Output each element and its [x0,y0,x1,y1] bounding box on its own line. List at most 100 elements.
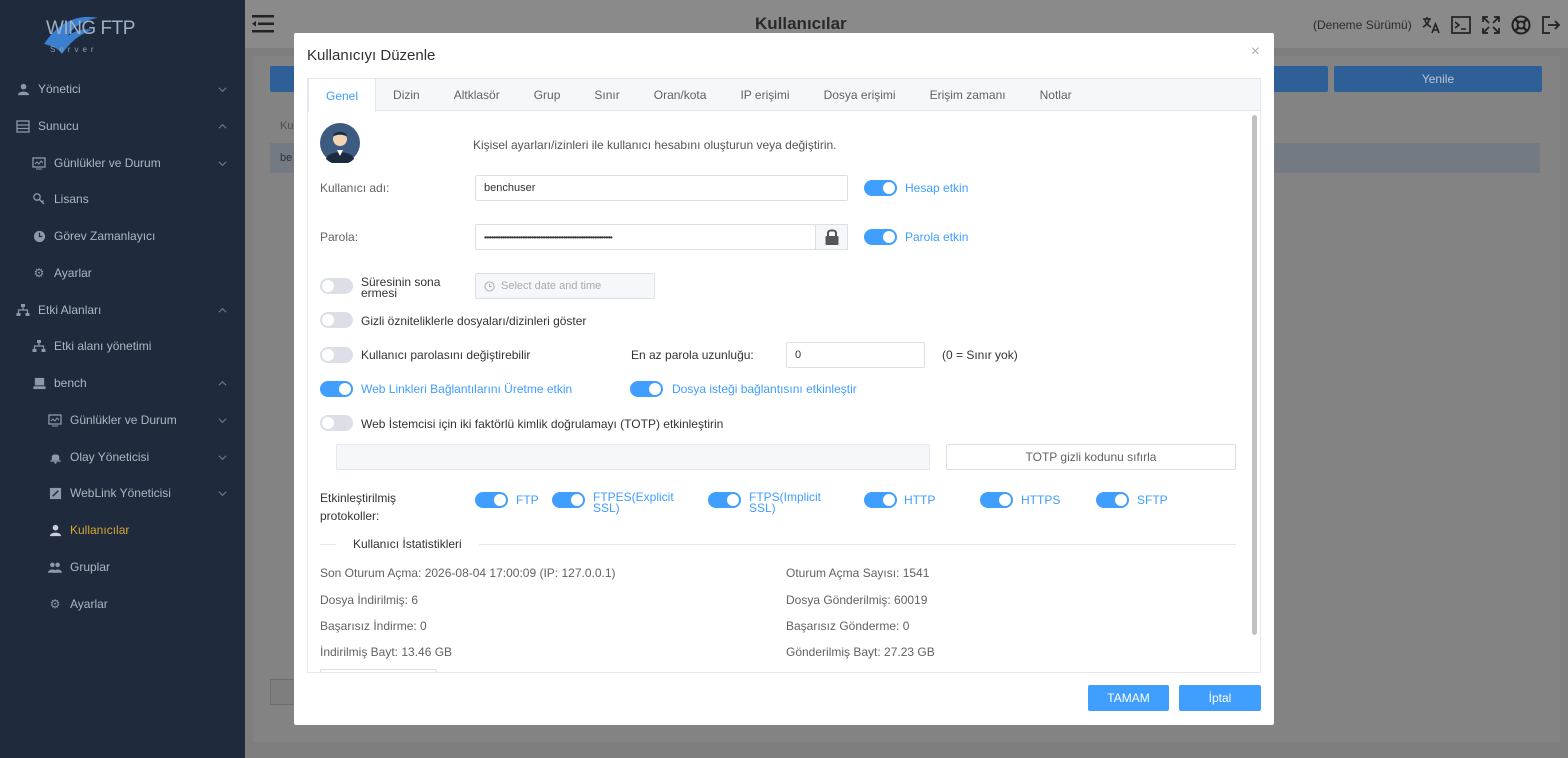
protocol-ftpes-line2: SSL) [593,501,620,515]
translate-icon[interactable] [1420,14,1442,36]
expiration-label: Süresinin sona ermesi [361,276,440,300]
sidebar-item-domains[interactable]: Etki Alanları [0,292,245,328]
show-hidden-toggle[interactable] [320,312,353,328]
totp-reset-button[interactable]: TOTP gizli kodunu sıfırla [946,444,1236,470]
sidebar-item-task-scheduler[interactable]: Görev Zamanlayıcı [0,218,245,254]
sidebar-item-settings[interactable]: ⚙ Ayarlar [0,255,245,291]
sidebar-item-label: Yönetici [38,82,81,96]
min-password-label: En az parola uzunluğu: [631,348,754,362]
file-request-toggle[interactable] [630,381,663,397]
stat-bytes-uploaded: Gönderilmiş Bayt: 27.23 GB [786,645,935,659]
protocols-label-line1: Etkinleştirilmiş [320,491,397,505]
tab-subfolder[interactable]: Altklasör [437,79,517,111]
dialog-title: Kullanıcıyı Düzenle [307,47,436,64]
username-label: Kullanıcı adı: [320,181,390,195]
tab-file-access[interactable]: Dosya erişimi [807,79,913,111]
server-icon [16,119,30,133]
sidebar-item-admin[interactable]: Yönetici [0,71,245,107]
sidebar-item-label: Sunucu [38,119,79,133]
expiration-label-line2: ermesi [361,286,398,300]
account-enabled-toggle[interactable] [864,180,897,196]
stat-login-count: Oturum Açma Sayısı: 1541 [786,566,930,580]
tab-limit[interactable]: Sınır [577,79,636,111]
tabs-container: Genel Dizin Altklasör Grup Sınır Oran/ko… [307,78,1261,673]
stat-last-login: Son Oturum Açma: 2026-08-04 17:00:09 (IP… [320,566,616,580]
tab-rate-quota[interactable]: Oran/kota [637,79,724,111]
sidebar-item-users[interactable]: Kullanıcılar [0,512,245,548]
sidebar-item-license[interactable]: Lisans [0,181,245,217]
tab-general[interactable]: Genel [308,79,377,112]
sidebar-item-event-manager[interactable]: Olay Yöneticisi [0,439,245,475]
protocol-ftpes-toggle[interactable] [552,492,585,508]
tab-group[interactable]: Grup [517,79,578,111]
sidebar-item-bench-logs-status[interactable]: Günlükler ve Durum [0,402,245,438]
sidebar-item-label: bench [54,376,87,390]
refresh-button[interactable]: Yenile [1334,66,1542,92]
sidebar-item-logs-status[interactable]: Günlükler ve Durum [0,145,245,181]
sidebar-item-label: Gruplar [70,560,111,574]
toolbar-button[interactable] [1270,66,1328,92]
tab-directory[interactable]: Dizin [376,79,437,111]
user-icon [16,82,30,96]
sidebar-item-weblink-manager[interactable]: WebLink Yöneticisi [0,475,245,511]
stat-files-uploaded: Dosya Gönderilmiş: 60019 [786,593,928,607]
tab-notes[interactable]: Notlar [1023,79,1089,111]
username-input[interactable]: benchuser [475,175,848,201]
sidebar-item-domain-settings[interactable]: ⚙ Ayarlar [0,586,245,622]
change-password-toggle[interactable] [320,347,353,363]
menu-toggle-icon[interactable] [252,13,276,35]
min-password-hint: (0 = Sınır yok) [942,348,1018,362]
protocol-http-toggle[interactable] [864,492,897,508]
sidebar-item-label: Görev Zamanlayıcı [54,229,156,243]
weblink-toggle[interactable] [320,381,353,397]
protocol-ftps-label: FTPS(Implicit SSL) [749,491,821,514]
table-cell: be [280,152,293,164]
sidebar-item-groups[interactable]: Gruplar [0,549,245,585]
sidebar-item-server[interactable]: Sunucu [0,108,245,144]
password-label: Parola: [320,230,359,244]
protocol-https-toggle[interactable] [980,492,1013,508]
protocol-ftps-toggle[interactable] [708,492,741,508]
protocol-sftp-toggle[interactable] [1096,492,1129,508]
pagination[interactable] [270,679,296,705]
password-lock-button[interactable] [815,224,848,250]
sidebar-item-label: Olay Yöneticisi [70,450,150,464]
key-icon [32,192,46,206]
gear-icon: ⚙ [49,597,61,611]
sidebar-item-label: Günlükler ve Durum [70,413,177,427]
cancel-button[interactable]: İptal [1179,685,1261,711]
expiration-toggle[interactable] [320,278,353,294]
sidebar-item-label: Etki Alanları [38,303,102,317]
expiration-date-picker[interactable]: Select date and time [475,273,655,299]
totp-secret-input[interactable] [336,444,930,470]
password-input[interactable]: ••••••••••••••••••••••••••••••••••••••••… [475,224,816,250]
password-enabled-toggle[interactable] [864,229,897,245]
fullscreen-icon[interactable] [1480,14,1502,36]
logout-icon[interactable] [1540,14,1562,36]
chevron-up-icon [218,379,227,388]
reset-stats-button-partial[interactable] [320,669,437,672]
protocol-ftp-label: FTP [516,493,539,507]
tab-access-time[interactable]: Erişim zamanı [913,79,1023,111]
user-icon [48,523,62,537]
sidebar-item-bench[interactable]: bench [0,365,245,401]
scrollbar[interactable] [1252,115,1257,635]
domain-icon [32,376,46,390]
close-icon[interactable]: × [1251,43,1260,61]
lock-icon [825,229,838,245]
logo-subtext: Server [50,45,98,54]
ok-button[interactable]: TAMAM [1088,685,1169,711]
totp-toggle[interactable] [320,415,353,431]
sidebar-item-domain-management[interactable]: Etki alanı yönetimi [0,328,245,364]
help-lifebuoy-icon[interactable] [1510,14,1532,36]
tab-ip-access[interactable]: IP erişimi [723,79,806,111]
show-hidden-label: Gizli özniteliklerle dosyaları/dizinleri… [361,314,587,328]
date-placeholder: Select date and time [501,280,602,292]
protocol-ftp-toggle[interactable] [475,492,508,508]
terminal-icon[interactable] [1450,14,1472,36]
trial-badge: (Deneme Sürümü) [1313,18,1412,32]
sidebar-item-label: Günlükler ve Durum [54,156,161,170]
min-password-input[interactable]: 0 [786,342,925,368]
protocol-sftp-label: SFTP [1137,493,1168,507]
account-enabled-label: Hesap etkin [905,181,969,195]
